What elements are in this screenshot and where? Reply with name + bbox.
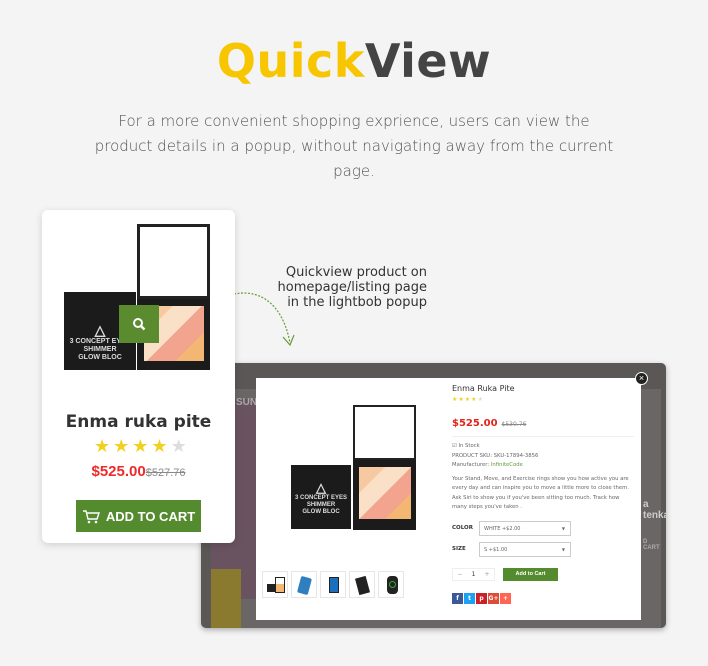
thumbnail-phone-blue[interactable] (291, 571, 317, 598)
minus-icon[interactable]: − (458, 571, 463, 578)
checkbox-icon: ☑ (452, 443, 457, 449)
add-to-cart-button[interactable]: ADD TO CART (76, 500, 201, 532)
size-select[interactable]: S +$1.00 ▼ (479, 541, 571, 557)
size-label: SIZE (452, 546, 466, 552)
product-name: Enma ruka pite (65, 412, 212, 432)
plus-icon[interactable]: + (484, 571, 489, 578)
price: $525.00$527.76 (91, 463, 186, 480)
stock-status: ☑ In Stock (452, 443, 480, 449)
search-icon (133, 318, 146, 331)
color-label: COLOR (452, 525, 473, 531)
dropdown-arrow-icon: ▼ (561, 546, 565, 552)
star-icon: ★ (151, 436, 168, 456)
thumbnail-compact[interactable] (262, 571, 288, 598)
close-popup-button[interactable]: × (635, 372, 648, 385)
star-icon: ★ (94, 436, 111, 456)
intro-text: For a more convenient shopping exprience… (94, 112, 614, 180)
star-icon: ★ (464, 396, 471, 403)
product-card[interactable]: △ 3 CONCEPT EYES SHIMMER GLOW BLOC Enma ruk… (42, 210, 235, 543)
star-icon: ★ (113, 436, 130, 456)
facebook-icon[interactable]: f (452, 592, 463, 604)
pinterest-icon[interactable]: p (476, 592, 487, 604)
star-icon: ★ (471, 396, 477, 403)
quickview-button[interactable] (119, 305, 159, 343)
thumbnail-tablet[interactable] (320, 571, 346, 598)
product-details: Enma Ruka Pite ★ ★ ★ ★ ★ $525.00 $530.76 ☑ In… (452, 384, 634, 604)
thumbnail-list (262, 571, 404, 598)
quantity-stepper[interactable]: −1 + (452, 567, 495, 581)
star-icon: ★ (452, 396, 458, 403)
cart-icon (82, 509, 100, 523)
thumbnail-phone-black[interactable] (349, 571, 375, 598)
product-sku: PRODUCT SKU: SKU-17894-3856 (452, 452, 539, 459)
star-icon: ★ (132, 436, 149, 456)
divider (452, 436, 634, 437)
manufacturer: Manufacturer: InfiniteCode (452, 462, 523, 468)
popup-rating-stars: ★ ★ ★ ★ ★ (452, 396, 634, 403)
popup-product-image: △ 3 CONCEPT EYES SHIMMER GLOW BLOC (262, 385, 445, 565)
star-empty-icon: ★ (170, 436, 187, 456)
share-buttons: f t p G+ + (452, 592, 634, 604)
rating-stars: ★ ★ ★ ★ ★ (94, 436, 187, 457)
page-title: QuickView (216, 34, 492, 88)
quickview-popup: △ 3 CONCEPT EYES SHIMMER GLOW BLOC Enma Ruk… (256, 378, 641, 620)
thumbnail-watch[interactable] (378, 571, 404, 598)
popup-add-to-cart-button[interactable]: Add to Cart (503, 567, 558, 581)
popup-price: $525.00 $530.76 (452, 418, 527, 429)
twitter-icon[interactable]: t (464, 592, 475, 604)
manufacturer-link[interactable]: InfiniteCode (491, 462, 523, 468)
product-image: △ 3 CONCEPT EYES SHIMMER GLOW BLOC (64, 224, 214, 374)
product-description: Your Stand, Move, and Exercise rings sho… (452, 475, 629, 511)
more-share-icon[interactable]: + (500, 592, 511, 604)
star-icon: ★ (458, 396, 464, 403)
color-select[interactable]: WHITE +$2.00 ▼ (479, 520, 571, 536)
popup-product-name: Enma Ruka Pite (452, 384, 515, 393)
google-plus-icon[interactable]: G+ (488, 592, 499, 604)
star-empty-icon: ★ (477, 396, 483, 403)
dropdown-arrow-icon: ▼ (561, 525, 565, 531)
